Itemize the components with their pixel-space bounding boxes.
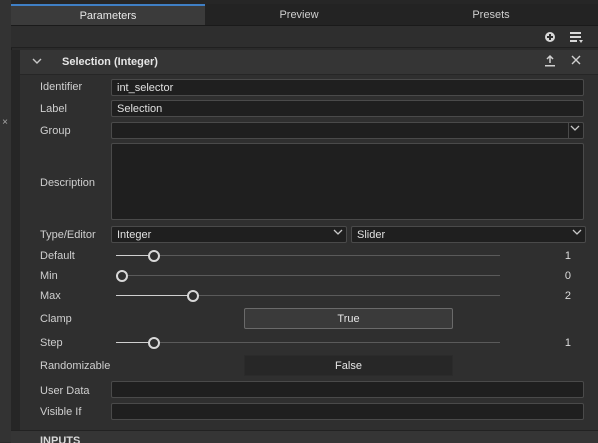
label-field[interactable]: Selection bbox=[111, 100, 584, 117]
editor-value: Slider bbox=[357, 229, 386, 241]
user-data-label: User Data bbox=[40, 385, 90, 397]
section-title: Selection (Integer) bbox=[62, 56, 158, 68]
default-value: 1 bbox=[564, 250, 571, 262]
max-slider-handle[interactable] bbox=[187, 290, 199, 302]
max-label: Max bbox=[40, 290, 61, 302]
tab-preview[interactable]: Preview bbox=[207, 4, 391, 25]
type-value: Integer bbox=[117, 229, 152, 241]
type-editor-label: Type/Editor bbox=[40, 229, 96, 241]
chevron-down-icon[interactable] bbox=[570, 123, 580, 139]
chevron-down-icon[interactable] bbox=[30, 55, 44, 69]
group-label: Group bbox=[40, 125, 71, 137]
editor-select[interactable]: Slider bbox=[351, 226, 586, 243]
type-select[interactable]: Integer bbox=[111, 226, 347, 243]
add-icon[interactable] bbox=[542, 29, 558, 45]
randomizable-toggle-button[interactable]: False bbox=[244, 355, 453, 376]
max-slider-fill bbox=[116, 295, 193, 296]
visible-if-label: Visible If bbox=[40, 406, 82, 418]
step-label: Step bbox=[40, 337, 63, 349]
step-slider-handle[interactable] bbox=[148, 337, 160, 349]
close-icon[interactable] bbox=[568, 54, 584, 70]
group-combobox[interactable] bbox=[111, 122, 584, 139]
description-label: Description bbox=[40, 177, 96, 189]
chevron-down-icon[interactable] bbox=[333, 227, 343, 243]
parameters-toolbar bbox=[11, 26, 598, 48]
identifier-label: Identifier bbox=[40, 81, 83, 93]
user-data-field[interactable] bbox=[111, 381, 584, 398]
chevron-down-icon[interactable] bbox=[572, 227, 582, 243]
step-slider[interactable] bbox=[116, 337, 500, 349]
menu-icon[interactable] bbox=[568, 29, 584, 45]
default-slider-handle[interactable] bbox=[148, 250, 160, 262]
min-label: Min bbox=[40, 270, 58, 282]
tab-parameters[interactable]: Parameters bbox=[11, 4, 205, 25]
min-slider[interactable] bbox=[116, 270, 500, 282]
default-label: Default bbox=[40, 250, 75, 262]
inputs-section-header[interactable]: INPUTS bbox=[11, 430, 598, 443]
collapse-marker-icon[interactable]: × bbox=[0, 117, 10, 129]
min-slider-handle[interactable] bbox=[116, 270, 128, 282]
step-value: 1 bbox=[564, 337, 571, 349]
clamp-toggle-button[interactable]: True bbox=[244, 308, 453, 329]
default-slider[interactable] bbox=[116, 250, 500, 262]
label-label: Label bbox=[40, 103, 67, 115]
max-slider[interactable] bbox=[116, 290, 500, 302]
identifier-field[interactable]: int_selector bbox=[111, 79, 584, 96]
min-value: 0 bbox=[564, 270, 571, 282]
clamp-label: Clamp bbox=[40, 313, 72, 325]
export-icon[interactable] bbox=[542, 54, 558, 70]
tab-bar: Parameters Preview Presets bbox=[11, 4, 598, 26]
section-header[interactable]: Selection (Integer) bbox=[20, 50, 598, 75]
randomizable-label: Randomizable bbox=[40, 360, 111, 372]
tab-presets[interactable]: Presets bbox=[393, 4, 589, 25]
panel-gutter bbox=[11, 50, 20, 442]
description-textarea[interactable] bbox=[111, 143, 584, 220]
max-value: 2 bbox=[564, 290, 571, 302]
visible-if-field[interactable] bbox=[111, 403, 584, 420]
